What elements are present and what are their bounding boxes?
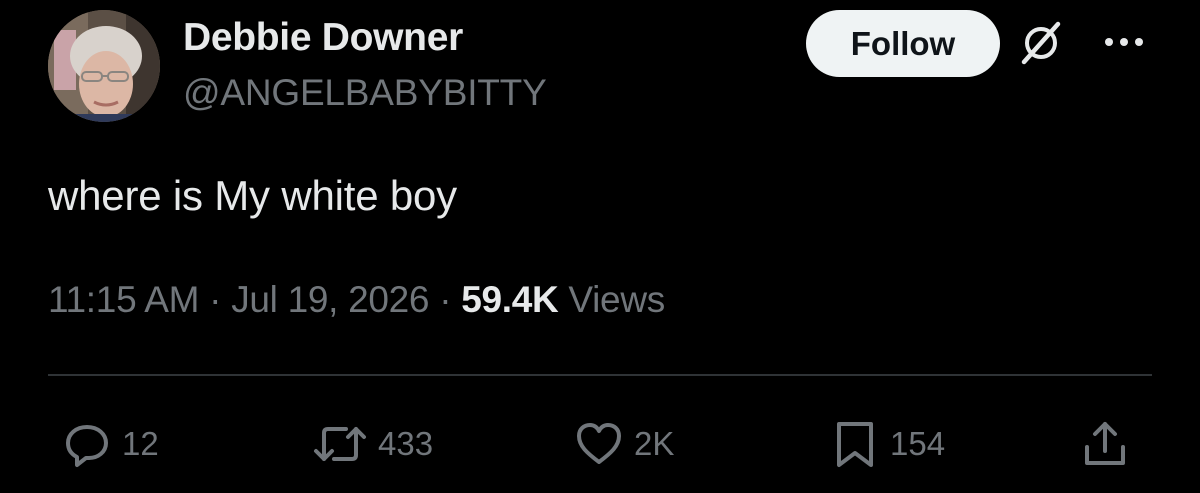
- divider: [48, 374, 1152, 376]
- like-button[interactable]: 2K: [574, 414, 674, 474]
- more-horizontal-icon[interactable]: [1100, 30, 1148, 54]
- heart-icon: [577, 423, 621, 464]
- avatar[interactable]: [48, 10, 160, 122]
- tweet-date[interactable]: Jul 19, 2026: [231, 279, 429, 320]
- repost-count: 433: [378, 425, 434, 462]
- follow-button[interactable]: Follow: [806, 10, 1000, 77]
- meta-separator: ·: [209, 279, 222, 320]
- tweet-text: where is My white boy: [48, 172, 457, 219]
- reply-count: 12: [122, 425, 159, 462]
- meta-separator: ·: [439, 279, 452, 320]
- repost-icon: [314, 427, 366, 461]
- like-count: 2K: [634, 425, 675, 462]
- tweet-meta: 11:15 AM · Jul 19, 2026 · 59.4K Views: [48, 279, 665, 321]
- views-count[interactable]: 59.4K: [461, 279, 559, 320]
- avatar-photo: [48, 10, 160, 122]
- tweet-time[interactable]: 11:15 AM: [48, 279, 199, 320]
- grok-icon[interactable]: [1018, 20, 1064, 66]
- reply-button[interactable]: 12: [62, 414, 159, 474]
- bookmark-icon: [837, 422, 873, 467]
- share-button[interactable]: [1080, 414, 1130, 474]
- bookmark-count: 154: [890, 425, 946, 462]
- bookmark-button[interactable]: 154: [830, 414, 945, 474]
- tweet: Debbie Downer @ANGELBABYBITTY Follow whe…: [0, 0, 1200, 493]
- user-handle[interactable]: @ANGELBABYBITTY: [183, 72, 547, 114]
- share-icon: [1085, 422, 1125, 465]
- repost-button[interactable]: 433: [312, 414, 433, 474]
- views-label: Views: [568, 279, 665, 320]
- reply-icon: [66, 425, 108, 467]
- display-name[interactable]: Debbie Downer: [183, 16, 463, 60]
